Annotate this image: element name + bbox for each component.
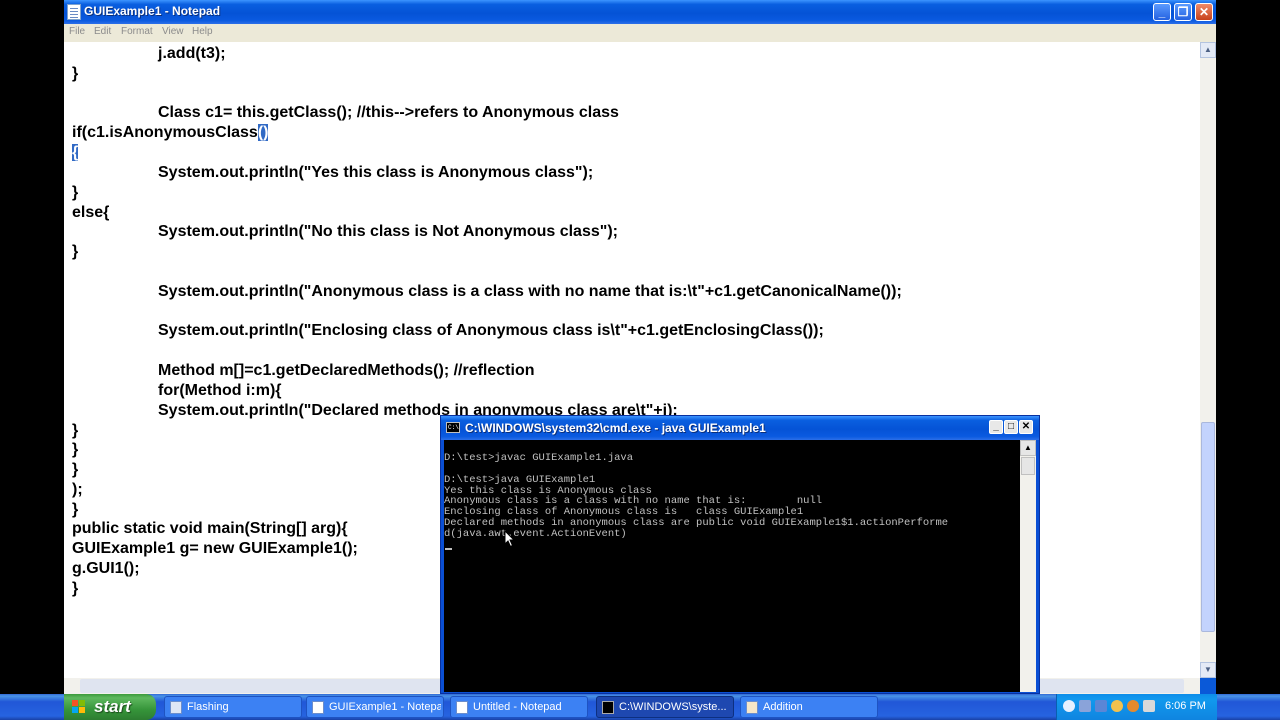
display-icon[interactable] bbox=[1095, 700, 1107, 712]
cmd-maximize-button[interactable]: □ bbox=[1004, 420, 1018, 434]
update-icon[interactable] bbox=[1127, 700, 1139, 712]
menu-file[interactable]: File bbox=[69, 26, 85, 37]
restore-button[interactable]: ❐ bbox=[1174, 3, 1192, 21]
code-line: System.out.println("Enclosing class of A… bbox=[158, 322, 824, 339]
scroll-down-button[interactable]: ▼ bbox=[1200, 662, 1216, 678]
taskbar-item-guiexample-notepad[interactable]: GUIExample1 - Notepad bbox=[306, 696, 444, 718]
volume-icon[interactable] bbox=[1143, 700, 1155, 712]
taskbar-item-label: Flashing bbox=[187, 701, 229, 713]
code-line: j.add(t3); bbox=[158, 45, 226, 62]
cmd-window-title: C:\WINDOWS\system32\cmd.exe - java GUIEx… bbox=[465, 421, 766, 435]
cmd-titlebar[interactable]: C:\ C:\WINDOWS\system32\cmd.exe - java G… bbox=[441, 416, 1039, 440]
menu-edit[interactable]: Edit bbox=[94, 26, 111, 37]
cmd-app-icon: C:\ bbox=[446, 422, 460, 433]
clock[interactable]: 6:06 PM bbox=[1165, 700, 1206, 712]
app-window-icon bbox=[170, 701, 182, 714]
taskbar-item-addition[interactable]: Addition bbox=[740, 696, 878, 718]
scroll-thumb[interactable] bbox=[1201, 422, 1215, 632]
menu-help[interactable]: Help bbox=[192, 26, 213, 37]
minimize-button[interactable]: _ bbox=[1153, 3, 1171, 21]
notepad-titlebar[interactable]: GUIExample1 - Notepad _ ❐ ✕ bbox=[64, 0, 1216, 24]
code-line: Class c1= this.getClass(); //this-->refe… bbox=[158, 104, 619, 121]
taskbar-item-label: C:\WINDOWS\syste... bbox=[619, 701, 727, 713]
code-line: ); bbox=[72, 481, 83, 498]
code-line: } bbox=[72, 422, 79, 439]
code-line: System.out.println("Yes this class is An… bbox=[158, 164, 594, 181]
cmd-window: C:\ C:\WINDOWS\system32\cmd.exe - java G… bbox=[440, 415, 1040, 694]
code-line: System.out.println("No this class is Not… bbox=[158, 223, 618, 240]
start-button[interactable]: start bbox=[64, 694, 156, 720]
security-icon[interactable] bbox=[1111, 700, 1123, 712]
notepad-window-title: GUIExample1 - Notepad bbox=[84, 4, 221, 18]
windows-logo-icon bbox=[72, 700, 85, 713]
cmd-icon bbox=[602, 701, 614, 714]
code-line: g.GUI1(); bbox=[72, 560, 140, 577]
selected-text: { bbox=[72, 144, 79, 161]
code-line: Method m[]=c1.getDeclaredMethods(); //re… bbox=[158, 362, 535, 379]
code-line: { bbox=[72, 143, 79, 163]
cmd-scroll-up-button[interactable]: ▲ bbox=[1020, 440, 1036, 456]
cmd-scroll-thumb[interactable] bbox=[1021, 457, 1035, 475]
cmd-minimize-button[interactable]: _ bbox=[989, 420, 1003, 434]
code-line: } bbox=[72, 184, 79, 201]
notepad-icon bbox=[456, 701, 468, 714]
taskbar: start Flashing GUIExample1 - Notepad Unt… bbox=[0, 694, 1280, 720]
taskbar-item-cmd[interactable]: C:\WINDOWS\syste... bbox=[596, 696, 734, 718]
code-line: else{ bbox=[72, 204, 110, 221]
taskbar-item-label: Addition bbox=[763, 701, 803, 713]
text-cursor bbox=[445, 548, 452, 550]
java-app-icon bbox=[746, 701, 758, 714]
taskbar-item-flashing[interactable]: Flashing bbox=[164, 696, 302, 718]
system-tray: 6:06 PM bbox=[1056, 694, 1217, 720]
notepad-vertical-scrollbar[interactable]: ▲ ▼ bbox=[1200, 42, 1216, 678]
code-line: } bbox=[72, 580, 79, 597]
notepad-menubar: File Edit Format View Help bbox=[64, 24, 1216, 42]
code-line: } bbox=[72, 243, 79, 260]
code-line: } bbox=[72, 65, 79, 82]
menu-format[interactable]: Format bbox=[121, 26, 153, 37]
mouse-pointer-icon bbox=[504, 530, 516, 548]
console-output[interactable]: D:\test>javac GUIExample1.java D:\test>j… bbox=[444, 440, 1020, 692]
notepad-app-icon bbox=[67, 4, 81, 20]
code-line: if(c1.isAnonymousClass() bbox=[72, 123, 269, 143]
console-line: D:\test>javac GUIExample1.java bbox=[444, 452, 634, 464]
cmd-vertical-scrollbar[interactable]: ▲ bbox=[1020, 440, 1036, 692]
code-line: for(Method i:m){ bbox=[158, 382, 282, 399]
code-line: System.out.println("Anonymous class is a… bbox=[158, 283, 902, 300]
menu-view[interactable]: View bbox=[162, 26, 184, 37]
selected-text: () bbox=[257, 124, 269, 141]
cmd-close-button[interactable]: ✕ bbox=[1019, 420, 1033, 434]
close-button[interactable]: ✕ bbox=[1195, 3, 1213, 21]
code-line: } bbox=[72, 501, 79, 518]
code-line: } bbox=[72, 441, 79, 458]
back-arrow-icon[interactable] bbox=[1063, 700, 1075, 712]
code-line: public static void main(String[] arg){ bbox=[72, 520, 348, 537]
start-label: start bbox=[94, 697, 131, 716]
taskbar-item-label: GUIExample1 - Notepad bbox=[329, 701, 441, 713]
scroll-up-button[interactable]: ▲ bbox=[1200, 42, 1216, 58]
code-line: GUIExample1 g= new GUIExample1(); bbox=[72, 540, 358, 557]
console-line: d(java.awt.event.ActionEvent) bbox=[444, 528, 627, 540]
code-line-text: if(c1.isAnonymousClass bbox=[72, 124, 258, 141]
taskbar-item-label: Untitled - Notepad bbox=[473, 701, 562, 713]
network-icon[interactable] bbox=[1079, 700, 1091, 712]
notepad-icon bbox=[312, 701, 324, 714]
code-line: } bbox=[72, 461, 79, 478]
taskbar-item-untitled-notepad[interactable]: Untitled - Notepad bbox=[450, 696, 588, 718]
